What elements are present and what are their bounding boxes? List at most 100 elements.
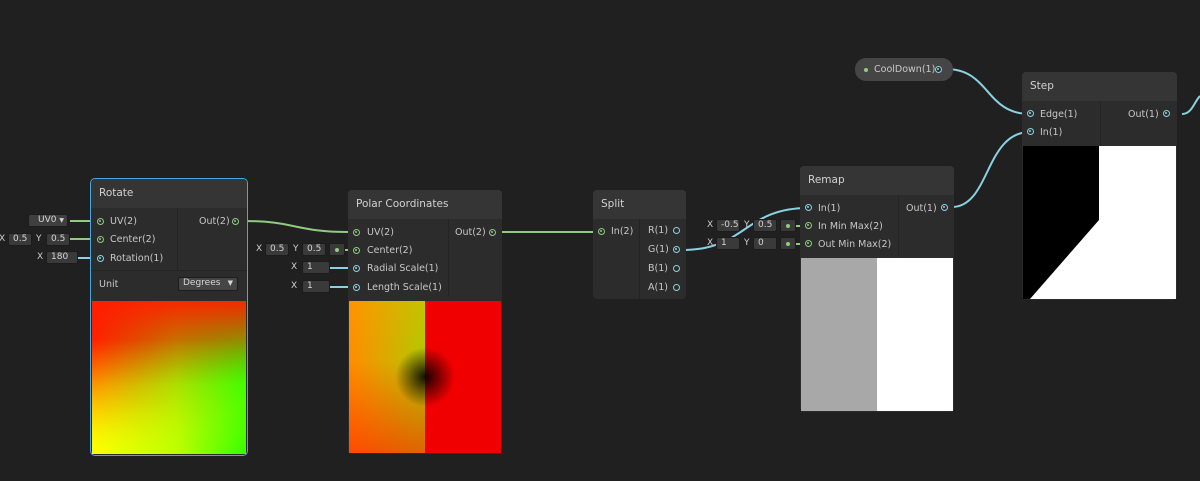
split-r-port[interactable]: [673, 227, 680, 234]
polar-length-x-label: X: [291, 281, 298, 291]
remap-outminmax-y-label: Y: [744, 238, 750, 248]
uv-channel-dropdown[interactable]: UV0 ▼: [28, 214, 68, 227]
remap-inminmax-x-field[interactable]: -0.5: [716, 219, 740, 232]
rotate-rotation-x-label: X: [37, 252, 44, 262]
remap-out-label: Out(1): [906, 203, 937, 214]
remap-outminmax-connector-dot: [786, 241, 790, 246]
remap-node[interactable]: Remap In(1) In Min Max(2) Out Min Max(2)…: [800, 166, 954, 412]
polar-uv-label: UV(2): [367, 227, 394, 238]
rotate-center-label: Center(2): [110, 234, 156, 245]
rotate-center-y-label: Y: [36, 234, 42, 244]
polar-center-label: Center(2): [367, 245, 413, 256]
split-a-label: A(1): [648, 282, 668, 293]
rotate-node-title[interactable]: Rotate: [91, 179, 247, 208]
polar-radial-x-label: X: [291, 262, 298, 272]
step-preview: [1023, 146, 1176, 299]
remap-inminmax-y-label: Y: [744, 220, 750, 230]
polar-radial-field[interactable]: 1: [302, 261, 330, 274]
polar-length-label: Length Scale(1): [367, 282, 442, 293]
wire-remap-to-step[interactable]: [951, 131, 1031, 208]
rotate-center-x-field[interactable]: 0.5: [8, 233, 32, 246]
polar-uv-port[interactable]: [353, 229, 360, 236]
step-node-title[interactable]: Step: [1022, 72, 1177, 101]
cooldown-property-node[interactable]: CoolDown(1): [855, 58, 953, 81]
split-g-port[interactable]: [673, 246, 680, 253]
rotate-node[interactable]: Rotate UV(2) Center(2) Rotation(1) Out(2…: [90, 178, 248, 456]
step-out-label: Out(1): [1128, 109, 1159, 120]
polar-center-x-field[interactable]: 0.5: [265, 243, 289, 256]
remap-inminmax-connector: [780, 219, 796, 232]
remap-outminmax-label: Out Min Max(2): [818, 239, 892, 250]
remap-outminmax-x-field[interactable]: 1: [716, 237, 740, 250]
chevron-down-icon: ▼: [227, 279, 233, 287]
remap-inminmax-port[interactable]: [805, 222, 812, 229]
rotate-uv-port[interactable]: [97, 218, 104, 225]
wire-cooldown-to-step[interactable]: [945, 68, 1031, 115]
polar-center-x-label: X: [256, 244, 263, 254]
step-ports-divider: [1100, 101, 1101, 145]
wire-rotate-to-polar[interactable]: [243, 220, 350, 233]
remap-in-port[interactable]: [805, 204, 812, 211]
remap-preview-right: [877, 258, 953, 411]
polar-center-y-label: Y: [293, 244, 299, 254]
polar-radial-port[interactable]: [353, 265, 360, 272]
rotate-rotation-port[interactable]: [97, 255, 104, 262]
polar-center-connector: [329, 243, 345, 256]
remap-preview: [801, 258, 953, 411]
remap-out-port[interactable]: [941, 204, 948, 211]
polar-preview-center: [395, 347, 455, 407]
polar-radial-label: Radial Scale(1): [367, 263, 439, 274]
rotate-settings-divider: [91, 270, 247, 271]
step-in-label: In(1): [1040, 127, 1063, 138]
polar-center-y-field[interactable]: 0.5: [302, 243, 326, 256]
cooldown-out-port[interactable]: [935, 66, 942, 73]
step-out-port[interactable]: [1163, 110, 1170, 117]
polar-center-port[interactable]: [353, 247, 360, 254]
rotate-out-port[interactable]: [232, 218, 239, 225]
polar-node-title[interactable]: Polar Coordinates: [348, 190, 502, 219]
step-node[interactable]: Step Edge(1) In(1) Out(1): [1022, 72, 1177, 300]
remap-inminmax-x-label: X: [707, 220, 714, 230]
split-ports-divider: [639, 219, 640, 299]
rotate-uv-label: UV(2): [110, 216, 137, 227]
polar-length-port[interactable]: [353, 284, 360, 291]
rotate-preview-bottom: [92, 301, 246, 454]
split-b-port[interactable]: [673, 265, 680, 272]
polar-coordinates-node[interactable]: Polar Coordinates UV(2) Center(2) Radial…: [348, 190, 502, 454]
split-in-label: In(2): [611, 226, 634, 237]
step-edge-label: Edge(1): [1040, 109, 1078, 120]
remap-inminmax-label: In Min Max(2): [818, 221, 883, 232]
polar-out-label: Out(2): [455, 227, 486, 238]
rotate-unit-value: Degrees: [183, 278, 221, 288]
split-g-label: G(1): [648, 244, 669, 255]
rotate-center-port[interactable]: [97, 236, 104, 243]
polar-ports-divider: [448, 219, 449, 297]
split-node-title[interactable]: Split: [593, 190, 686, 219]
rotate-center-y-field[interactable]: 0.5: [46, 233, 70, 246]
polar-length-field[interactable]: 1: [302, 280, 330, 293]
remap-node-title[interactable]: Remap: [800, 166, 954, 195]
step-edge-port[interactable]: [1027, 110, 1034, 117]
polar-out-port[interactable]: [489, 229, 496, 236]
remap-outminmax-y-field[interactable]: 0: [753, 237, 777, 250]
split-node[interactable]: Split In(2) R(1) G(1) B(1) A(1): [593, 190, 686, 299]
step-in-port[interactable]: [1027, 128, 1034, 135]
polar-center-connector-dot: [335, 247, 339, 252]
cooldown-type-indicator: [864, 68, 868, 72]
remap-outminmax-connector: [780, 237, 796, 250]
split-a-port[interactable]: [673, 284, 680, 291]
step-preview-shape: [1030, 146, 1176, 299]
rotate-unit-dropdown[interactable]: Degrees ▼: [178, 277, 238, 291]
polar-preview: [349, 301, 501, 453]
rotate-center-x-label: X: [0, 234, 6, 244]
remap-inminmax-y-field[interactable]: 0.5: [753, 219, 777, 232]
wire-step-output[interactable]: [1181, 95, 1200, 115]
split-in-port[interactable]: [598, 228, 605, 235]
remap-in-label: In(1): [818, 203, 841, 214]
split-r-label: R(1): [648, 225, 669, 236]
remap-outminmax-port[interactable]: [805, 240, 812, 247]
rotate-preview: [92, 301, 246, 454]
remap-outminmax-x-label: X: [707, 238, 714, 248]
rotate-rotation-field[interactable]: 180: [46, 251, 78, 264]
chevron-down-icon: ▼: [59, 217, 64, 224]
